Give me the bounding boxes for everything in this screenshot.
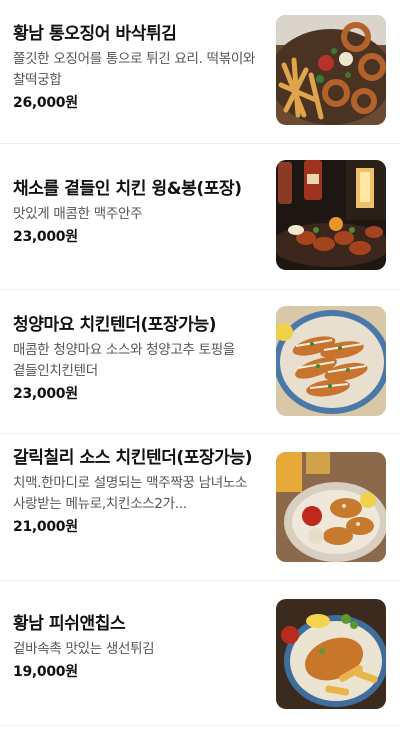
menu-item[interactable]: 채소를 곁들인 치킨 윙&봉(포장) 맛있게 매콤한 맥주안주 23,000원 xyxy=(0,144,400,290)
chicken-wings-photo[interactable] xyxy=(276,160,386,270)
menu-item-price: 26,000원 xyxy=(13,95,78,111)
menu-item-price: 23,000원 xyxy=(13,229,78,245)
menu-item-description: 겉바속촉 맛있는 생선튀김 xyxy=(13,641,155,657)
menu-item-description: 치맥.한마디로 설명되는 맥주짝꿍 남녀노소 사랑받는 메뉴로,치킨소스2가..… xyxy=(13,475,248,512)
fried-squid-photo[interactable] xyxy=(276,15,386,125)
menu-item-description: 매콤한 청양마요 소스와 청양고추 토핑을 곁들인치킨텐더 xyxy=(13,342,236,379)
menu-item-text: 청양마요 치킨텐더(포장가능) 매콤한 청양마요 소스와 청양고추 토핑을 곁들… xyxy=(13,313,261,404)
chicken-tender-photo[interactable] xyxy=(276,306,386,416)
menu-item-name: 황남 피쉬앤칩스 xyxy=(13,614,126,634)
menu-item[interactable]: 황남 피쉬앤칩스 겉바속촉 맛있는 생선튀김 19,000원 xyxy=(0,581,400,726)
menu-item-price: 19,000원 xyxy=(13,664,78,680)
menu-item-text: 황남 피쉬앤칩스 겉바속촉 맛있는 생선튀김 19,000원 xyxy=(13,612,261,682)
garlic-chili-tender-photo[interactable] xyxy=(276,452,386,562)
menu-item-description: 맛있게 매콤한 맥주안주 xyxy=(13,206,143,222)
menu-item-name: 채소를 곁들인 치킨 윙&봉(포장) xyxy=(13,179,242,199)
menu-item-name: 갈릭칠리 소스 치킨텐더(포장가능) xyxy=(13,448,253,468)
menu-item-description: 쫄깃한 오징어를 통으로 튀긴 요리. 떡볶이와 찰떡궁합 xyxy=(13,51,256,88)
menu-list: 황남 통오징어 바삭튀김 쫄깃한 오징어를 통으로 튀긴 요리. 떡볶이와 찰떡… xyxy=(0,0,400,726)
menu-item-name: 황남 통오징어 바삭튀김 xyxy=(13,24,177,44)
menu-item-text: 갈릭칠리 소스 치킨텐더(포장가능) 치맥.한마디로 설명되는 맥주짝꿍 남녀노… xyxy=(13,446,261,537)
menu-item-text: 황남 통오징어 바삭튀김 쫄깃한 오징어를 통으로 튀긴 요리. 떡볶이와 찰떡… xyxy=(13,22,261,113)
menu-item[interactable]: 갈릭칠리 소스 치킨텐더(포장가능) 치맥.한마디로 설명되는 맥주짝꿍 남녀노… xyxy=(0,434,400,581)
menu-item[interactable]: 청양마요 치킨텐더(포장가능) 매콤한 청양마요 소스와 청양고추 토핑을 곁들… xyxy=(0,290,400,434)
menu-item-text: 채소를 곁들인 치킨 윙&봉(포장) 맛있게 매콤한 맥주안주 23,000원 xyxy=(13,177,261,247)
menu-item-price: 23,000원 xyxy=(13,386,78,402)
menu-item-price: 21,000원 xyxy=(13,519,78,535)
fish-and-chips-photo[interactable] xyxy=(276,599,386,709)
menu-item[interactable]: 황남 통오징어 바삭튀김 쫄깃한 오징어를 통으로 튀긴 요리. 떡볶이와 찰떡… xyxy=(0,0,400,144)
menu-item-name: 청양마요 치킨텐더(포장가능) xyxy=(13,315,217,335)
